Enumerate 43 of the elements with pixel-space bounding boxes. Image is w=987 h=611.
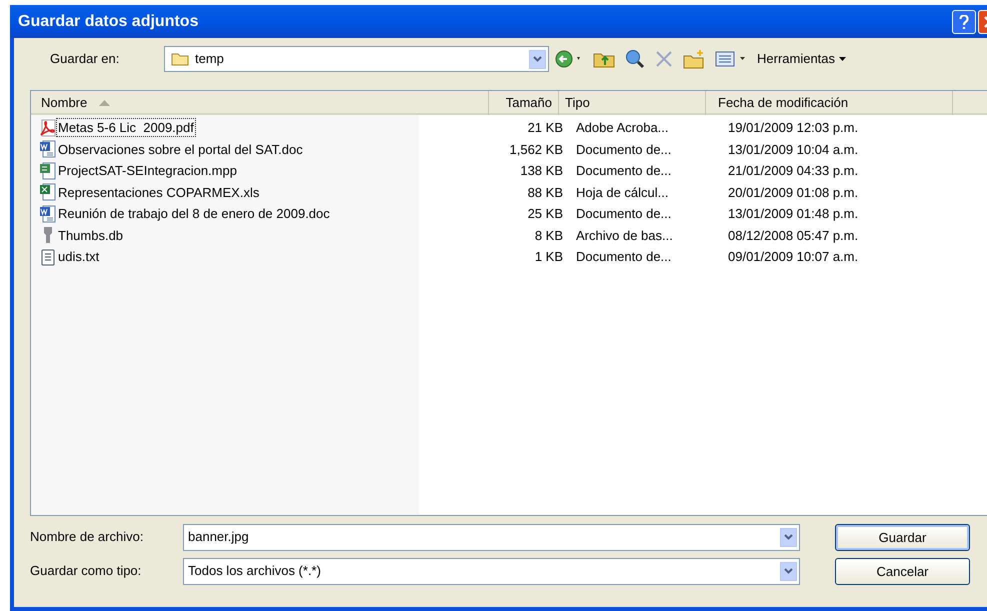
column-header[interactable]: Nombre (31, 91, 489, 115)
dialog-button[interactable]: Cancelar (835, 558, 970, 585)
file-size: 138 KB (520, 162, 563, 180)
file-name[interactable]: Representaciones COPARMEX.xls (57, 184, 260, 201)
file-size: 1 KB (534, 248, 563, 266)
file-date: 20/01/2009 01:08 p.m. (728, 184, 858, 200)
file-date: 21/01/2009 04:33 p.m. (728, 163, 858, 178)
file-name[interactable]: Metas 5-6 Lic 2009.pdf (57, 119, 195, 136)
save-in-dropdown[interactable]: temp (164, 46, 549, 72)
dialog-button[interactable]: Guardar (835, 524, 970, 551)
file-size: 21 KB (528, 119, 563, 137)
file-name-field[interactable]: banner.jpg (183, 524, 800, 550)
file-date: 13/01/2009 10:04 a.m. (728, 142, 858, 156)
file-name[interactable]: Thumbs.db (57, 226, 124, 244)
file-type-dropdown[interactable]: Todos los archivos (*.*) (183, 558, 800, 584)
file-type: Archivo de bas... (576, 228, 673, 242)
file-name[interactable]: Observaciones sobre el portal del SAT.doc (57, 140, 304, 158)
file-date: 09/01/2009 10:07 a.m. (728, 249, 858, 264)
save-in-label: Guardar en: (49, 50, 120, 68)
file-date: 13/01/2009 01:48 p.m. (728, 206, 858, 221)
column-header[interactable]: Tamaño (489, 91, 559, 115)
file-name[interactable]: Reunión de trabajo del 8 de enero de 2009.doc (57, 205, 331, 222)
file-type: Documento de... (576, 249, 672, 264)
file-type: Hoja de cálcul... (576, 184, 668, 200)
folder-name: temp (195, 50, 224, 68)
field-label: Nombre de archivo: (30, 528, 144, 546)
file-name[interactable]: udis.txt (57, 248, 100, 266)
file-size: 88 KB (528, 184, 563, 202)
file-size: 1,562 KB (510, 140, 563, 158)
file-type: Adobe Acroba... (576, 120, 669, 135)
file-name[interactable]: ProjectSAT-SEIntegracion.mpp (57, 162, 238, 180)
file-type: Documento de... (576, 142, 672, 156)
column-header[interactable]: Tipo (559, 91, 706, 115)
file-size: 8 KB (534, 226, 563, 244)
file-type: Documento de... (576, 163, 672, 178)
file-type: Documento de... (576, 206, 672, 221)
file-size: 25 KB (528, 205, 563, 223)
tools-menu[interactable]: Herramientas (757, 49, 846, 69)
field-label: Guardar como tipo: (30, 562, 142, 580)
column-header[interactable]: Fecha de modificación (706, 91, 953, 115)
file-date: 08/12/2008 05:47 p.m. (728, 228, 858, 242)
window-title: Guardar datos adjuntos (18, 12, 198, 32)
file-date: 19/01/2009 12:03 p.m. (728, 120, 858, 135)
